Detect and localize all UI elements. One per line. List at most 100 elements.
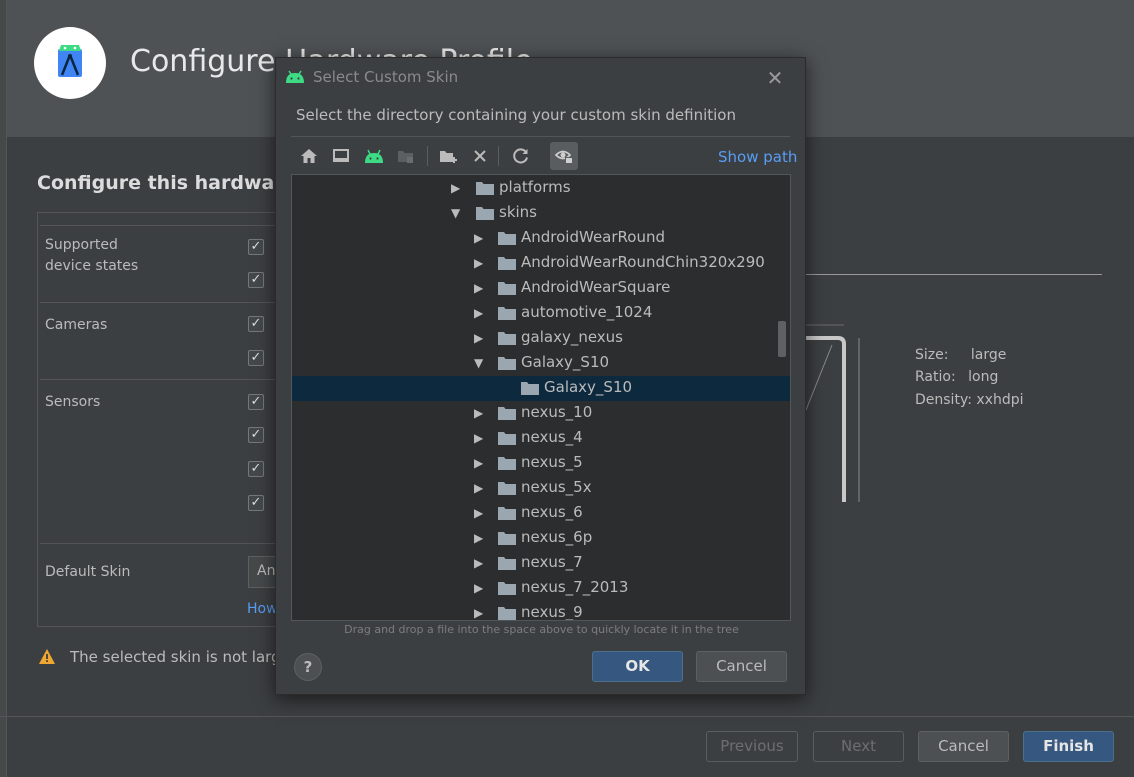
tree-node[interactable]: ▶ nexus_4 [292,426,790,451]
delete-icon[interactable] [469,145,491,167]
tree-scrollbar[interactable] [778,321,786,357]
tree-node[interactable]: ▶ nexus_10 [292,401,790,426]
tree-node[interactable]: ▶ AndroidWearSquare [292,276,790,301]
tree-node[interactable]: ▶ automotive_1024 [292,301,790,326]
expand-arrow-icon[interactable]: ▶ [474,532,486,544]
bottom-divider [0,716,1134,717]
divider [40,379,280,380]
tree-node-label: nexus_6p [521,528,593,546]
show-hidden-icon[interactable] [550,142,578,170]
folder-icon [498,457,516,470]
ratio-value: long [968,369,999,385]
tree-node[interactable]: ▶ nexus_6p [292,526,790,551]
folder-icon [498,332,516,345]
tree-node[interactable]: ▼ Galaxy_S10 [292,351,790,376]
expand-arrow-icon[interactable]: ▶ [474,307,486,319]
desktop-icon[interactable] [330,145,352,167]
folder-icon [498,582,516,595]
tree-node[interactable]: ▶ AndroidWearRoundChin320x290 [292,251,790,276]
preview-divider [806,274,1102,275]
expand-arrow-icon[interactable]: ▶ [474,232,486,244]
finish-button[interactable]: Finish [1023,731,1114,762]
tree-node[interactable]: ▶ nexus_5 [292,451,790,476]
dialog-description: Select the directory containing your cus… [296,106,736,124]
camera-checkbox[interactable]: ✓ [248,350,264,366]
folder-icon [498,282,516,295]
supported-device-states-label: Supported device states [45,237,139,274]
folder-icon [498,257,516,270]
sensor-checkbox[interactable]: ✓ [248,394,264,410]
device-state-checkbox[interactable]: ✓ [248,272,264,288]
expand-arrow-icon[interactable]: ▶ [474,407,486,419]
android-icon[interactable] [363,145,385,167]
expand-arrow-icon[interactable]: ▶ [474,457,486,469]
tree-node-label: galaxy_nexus [521,328,623,346]
expand-arrow-icon[interactable]: ▶ [474,582,486,594]
device-preview-outline [805,324,860,502]
drag-drop-hint: Drag and drop a file into the space abov… [344,623,739,636]
expand-arrow-icon[interactable]: ▶ [474,482,486,494]
refresh-icon[interactable] [510,145,532,167]
tree-node[interactable]: ▶ nexus_5x [292,476,790,501]
cancel-button[interactable]: Cancel [918,731,1009,762]
expand-arrow-icon[interactable]: ▶ [474,557,486,569]
sensor-checkbox[interactable]: ✓ [248,461,264,477]
cameras-label: Cameras [45,317,108,333]
spec-size: Size: large [915,347,1006,363]
tree-node-label: nexus_9 [521,603,583,621]
module-icon[interactable] [395,145,417,167]
show-path-link[interactable]: Show path [718,148,797,166]
collapse-arrow-icon[interactable]: ▼ [474,357,486,369]
device-state-checkbox[interactable]: ✓ [248,239,264,255]
expand-arrow-icon[interactable]: ▶ [474,507,486,519]
toolbar-divider [427,146,428,166]
how-to-link[interactable]: How [247,601,278,617]
folder-icon [498,607,516,620]
expand-arrow-icon[interactable]: ▶ [474,282,486,294]
density-value: xxhdpi [976,392,1024,408]
tree-node[interactable]: ▶ AndroidWearRound [292,226,790,251]
tree-node[interactable]: ▶ nexus_9 [292,601,790,621]
default-skin-label: Default Skin [45,564,131,580]
expand-arrow-icon[interactable]: ▶ [474,432,486,444]
tree-node[interactable]: ▶ platforms [292,176,790,201]
home-icon[interactable] [298,145,320,167]
collapse-arrow-icon[interactable]: ▼ [451,207,463,219]
sensors-label: Sensors [45,394,101,410]
new-folder-icon[interactable] [438,145,460,167]
tree-node-selected[interactable]: Galaxy_S10 [292,376,790,401]
ok-button[interactable]: OK [592,651,683,682]
help-button[interactable]: ? [294,653,322,681]
expand-arrow-icon[interactable]: ▶ [474,332,486,344]
tree-node[interactable]: ▶ galaxy_nexus [292,326,790,351]
next-button[interactable]: Next [813,731,904,762]
ratio-label: Ratio: [915,369,956,385]
expand-arrow-icon[interactable]: ▶ [474,607,486,619]
tree-node-label: nexus_6 [521,503,583,521]
expand-arrow-icon[interactable]: ▶ [474,257,486,269]
directory-tree[interactable]: ▶ platforms ▼ skins ▶ AndroidWearRound ▶… [291,174,791,621]
tree-node[interactable]: ▶ nexus_7 [292,551,790,576]
tree-node-label: platforms [499,178,571,196]
tree-node[interactable]: ▼ skins [292,201,790,226]
camera-checkbox[interactable]: ✓ [248,316,264,332]
divider [40,225,280,226]
dialog-cancel-button[interactable]: Cancel [696,651,787,682]
tree-node[interactable]: ▶ nexus_6 [292,501,790,526]
left-sidebar-strip [0,0,7,777]
tree-node-label: nexus_5 [521,453,583,471]
sensor-checkbox[interactable]: ✓ [248,427,264,443]
spec-density: Density: xxhdpi [915,392,1024,408]
tree-node-label: AndroidWearRound [521,228,665,246]
divider [40,302,280,303]
folder-icon [498,507,516,520]
tree-node-label: nexus_7 [521,553,583,571]
tree-node-label: AndroidWearSquare [521,278,671,296]
previous-button[interactable]: Previous [706,731,798,762]
close-icon[interactable]: ✕ [766,66,784,90]
sensor-checkbox[interactable]: ✓ [248,495,264,511]
tree-node[interactable]: ▶ nexus_7_2013 [292,576,790,601]
tree-node-label: nexus_4 [521,428,583,446]
expand-arrow-icon[interactable]: ▶ [451,182,463,194]
folder-icon [498,557,516,570]
